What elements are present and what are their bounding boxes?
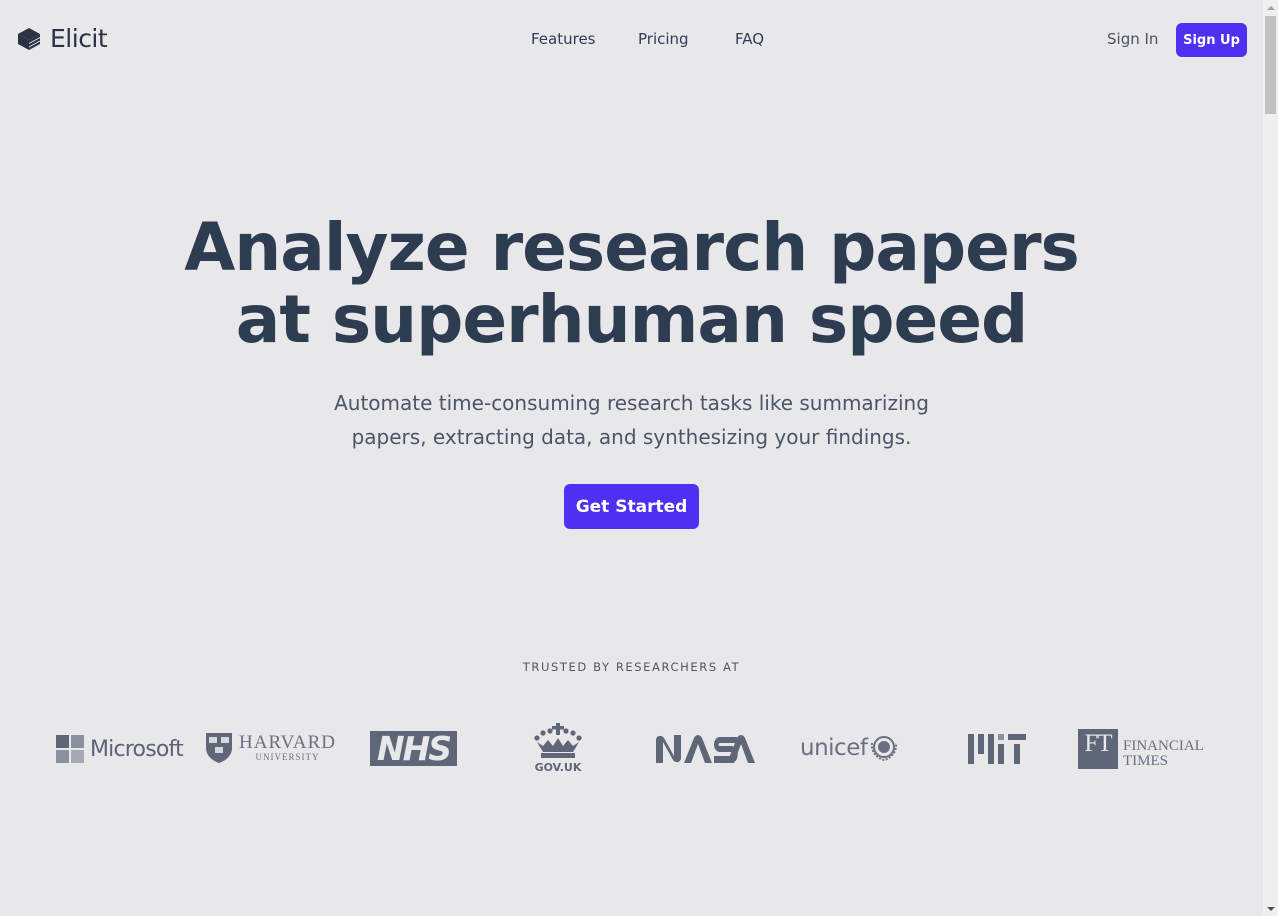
- ft-logo-box: FT: [1078, 729, 1118, 769]
- partner-logos: Microsoft HARVARD UNIVERSITY NHS GOV.UK …: [0, 715, 1263, 785]
- sign-up-button[interactable]: Sign Up: [1176, 23, 1247, 57]
- hero-title-line-1: Analyze research papers: [184, 209, 1080, 286]
- govuk-logo-text: GOV.UK: [534, 761, 582, 774]
- mit-logo: [968, 734, 1026, 764]
- scrollbar-thumb[interactable]: [1265, 16, 1276, 114]
- ft-logo-text: FINANCIAL: [1123, 738, 1204, 754]
- scroll-up-button[interactable]: [1263, 0, 1278, 15]
- hero-subtitle: Automate time-consuming research tasks l…: [0, 386, 1263, 454]
- harvard-logo-text: HARVARD: [239, 731, 336, 753]
- govuk-logo: GOV.UK: [533, 722, 583, 774]
- hero-subtitle-line-1: Automate time-consuming research tasks l…: [334, 391, 929, 415]
- hero-title: Analyze research papers at superhuman sp…: [0, 212, 1263, 356]
- harvard-shield-icon: [206, 733, 232, 763]
- sign-in-link[interactable]: Sign In: [1107, 30, 1158, 48]
- nasa-worm-icon: [656, 735, 755, 763]
- microsoft-squares-icon: [56, 735, 84, 763]
- ft-logo-subtext: TIMES: [1123, 753, 1168, 769]
- microsoft-logo: Microsoft: [56, 735, 184, 763]
- microsoft-logo-text: Microsoft: [90, 736, 184, 762]
- nhs-logo-text: NHS: [376, 729, 452, 768]
- get-started-button[interactable]: Get Started: [564, 484, 699, 529]
- site-header: Elicit Features Pricing FAQ Sign In Sign…: [0, 0, 1263, 80]
- unicef-emblem-icon: [871, 736, 898, 762]
- nhs-logo: NHS: [370, 729, 457, 768]
- arrow-up-icon: [1266, 5, 1275, 10]
- mit-logo-icon: [968, 734, 1026, 764]
- scroll-down-button[interactable]: [1263, 901, 1278, 916]
- nav-features[interactable]: Features: [531, 30, 596, 48]
- unicef-logo: unicef: [800, 733, 899, 763]
- crown-icon: [534, 723, 582, 758]
- page: Elicit Features Pricing FAQ Sign In Sign…: [0, 0, 1263, 916]
- hero-title-line-2: at superhuman speed: [235, 281, 1028, 358]
- nav-faq[interactable]: FAQ: [735, 30, 764, 48]
- harvard-logo: HARVARD UNIVERSITY: [205, 732, 336, 764]
- harvard-logo-subtext: UNIVERSITY: [255, 751, 320, 762]
- brand-logo[interactable]: Elicit: [16, 24, 108, 53]
- brand-name: Elicit: [50, 24, 108, 53]
- elicit-logo-icon: [18, 27, 40, 50]
- hero-subtitle-line-2: papers, extracting data, and synthesizin…: [351, 425, 912, 449]
- nav-pricing[interactable]: Pricing: [638, 30, 689, 48]
- arrow-down-icon: [1266, 906, 1275, 911]
- financial-times-logo: FT FINANCIAL TIMES: [1078, 729, 1204, 769]
- vertical-scrollbar[interactable]: [1263, 0, 1278, 916]
- unicef-logo-text: unicef: [800, 735, 868, 761]
- nasa-logo: [654, 734, 755, 764]
- trusted-heading: TRUSTED BY RESEARCHERS AT: [522, 660, 741, 674]
